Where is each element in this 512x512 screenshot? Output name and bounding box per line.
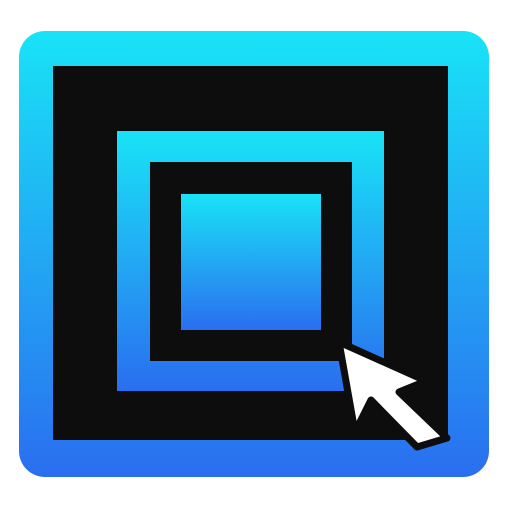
mouse-pointer-arrow-icon (335, 338, 451, 451)
app-icon (0, 0, 512, 512)
cursor-layer (335, 338, 451, 451)
